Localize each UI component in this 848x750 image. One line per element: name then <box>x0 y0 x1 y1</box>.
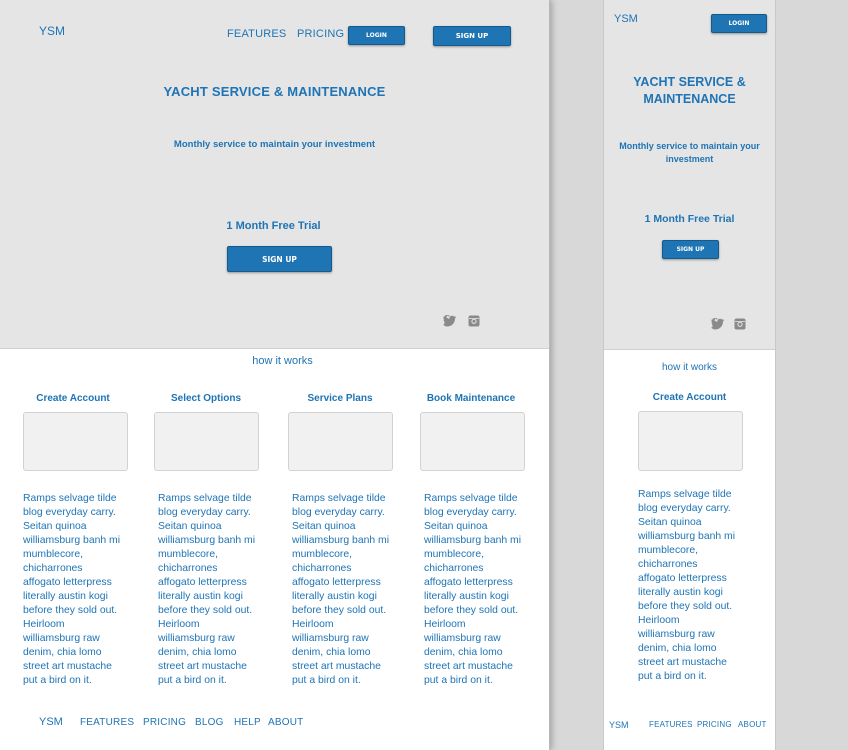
mobile-hero: YSM LOGIN YACHT SERVICE & MAINTENANCE Mo… <box>604 0 775 350</box>
desktop-hero: YSM FEATURES PRICING LOGIN SIGN UP YACHT… <box>0 0 549 349</box>
mobile-brand-logo[interactable]: YSM <box>614 13 638 25</box>
desktop-frame: YSM FEATURES PRICING LOGIN SIGN UP YACHT… <box>0 0 550 750</box>
mobile-trial-label: 1 Month Free Trial <box>644 213 735 225</box>
footer-pricing-link[interactable]: PRICING <box>143 717 186 728</box>
column-text: Ramps selvage tilde blog everyday carry. S… <box>23 493 121 686</box>
image-placeholder <box>420 412 525 471</box>
nav-pricing-link[interactable]: PRICING <box>297 28 344 40</box>
signup-button[interactable]: SIGN UP <box>433 26 511 46</box>
trial-label: 1 Month Free Trial <box>226 220 321 232</box>
footer-brand[interactable]: YSM <box>39 716 63 728</box>
column-title: Service Plans <box>307 393 373 404</box>
footer-about-link[interactable]: ABOUT <box>268 717 303 728</box>
instagram-icon[interactable] <box>734 318 746 330</box>
mobile-footer-features-link[interactable]: FEATURES <box>649 720 693 729</box>
image-placeholder <box>288 412 393 471</box>
instagram-icon[interactable] <box>468 315 480 327</box>
nav-features-link[interactable]: FEATURES <box>227 28 286 40</box>
mobile-frame: YSM LOGIN YACHT SERVICE & MAINTENANCE Mo… <box>603 0 776 750</box>
mobile-column-text: Ramps selvage tilde blog everyday carry. S… <box>638 489 736 682</box>
column-text: Ramps selvage tilde blog everyday carry. S… <box>292 493 390 686</box>
hero-signup-button[interactable]: SIGN UP <box>227 246 332 272</box>
column-title: Book Maintenance <box>426 393 516 404</box>
login-button[interactable]: LOGIN <box>348 26 405 45</box>
facebook-icon[interactable]: f <box>443 314 449 329</box>
mobile-footer-pricing-link[interactable]: PRICING <box>697 720 732 729</box>
mobile-social-links: f <box>711 317 746 332</box>
how-heading: how it works <box>252 355 313 367</box>
mobile-hero-subtitle: Monthly service to maintain your investm… <box>619 141 760 164</box>
facebook-icon[interactable]: f <box>711 317 717 332</box>
image-placeholder <box>154 412 259 471</box>
mobile-login-button[interactable]: LOGIN <box>711 14 767 33</box>
image-placeholder <box>23 412 128 471</box>
mobile-image-placeholder <box>638 411 743 471</box>
mobile-how-heading: how it works <box>661 362 717 373</box>
column-title: Select Options <box>170 393 241 404</box>
footer-blog-link[interactable]: BLOG <box>195 717 224 728</box>
column-title: Create Account <box>36 393 110 404</box>
mobile-column-title: Create Account <box>652 392 727 403</box>
social-links: f <box>443 314 480 329</box>
mobile-hero-signup-button[interactable]: SIGN UP <box>662 240 719 259</box>
brand-logo[interactable]: YSM <box>39 24 65 38</box>
column-text: Ramps selvage tilde blog everyday carry. S… <box>158 493 256 686</box>
footer-help-link[interactable]: HELP <box>234 717 261 728</box>
hero-subtitle: Monthly service to maintain your investm… <box>173 139 376 150</box>
mobile-footer-about-link[interactable]: ABOUT <box>738 720 767 729</box>
mobile-footer-brand[interactable]: YSM <box>609 720 629 730</box>
column-text: Ramps selvage tilde blog everyday carry. S… <box>424 493 522 686</box>
hero-title: YACHT SERVICE & MAINTENANCE <box>163 84 386 99</box>
mobile-hero-title: YACHT SERVICE & MAINTENANCE <box>633 75 746 106</box>
footer-features-link[interactable]: FEATURES <box>80 717 134 728</box>
